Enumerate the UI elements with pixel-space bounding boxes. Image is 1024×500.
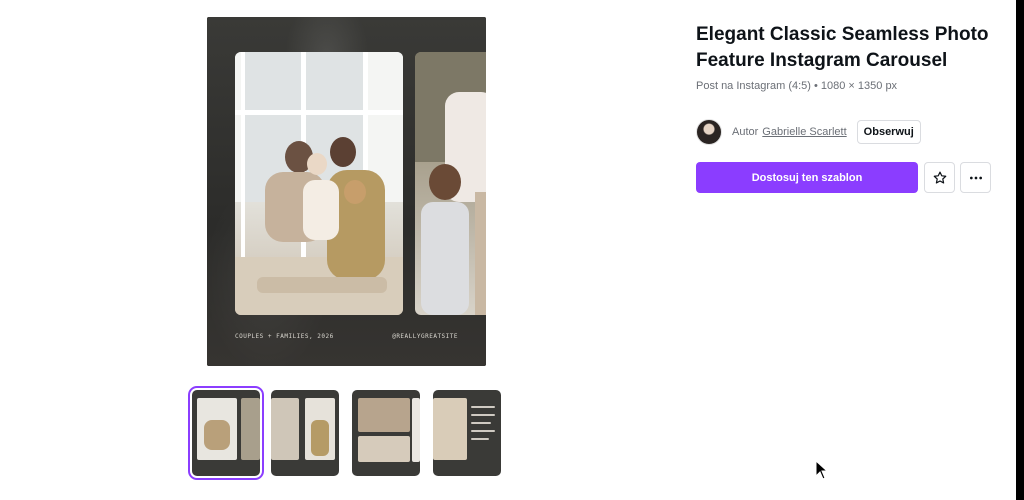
thumbnail-photo [358,398,410,432]
follow-button[interactable]: Obserwuj [856,119,921,144]
mouse-cursor-icon [815,460,829,480]
template-title: Elegant Classic Seamless Photo Feature I… [696,24,989,71]
thumbnail-photo [271,398,299,460]
thumbnail-photo [412,398,420,462]
preview-caption-right: @REALLYGREATSITE [392,333,458,340]
preview-next-photo [415,52,486,315]
thumbnail-photo [241,398,260,460]
family-photo-illustration [235,52,403,315]
thumbnail-figure [311,420,329,456]
preview-caption-left: COUPLES + FAMILIES, 2026 [235,333,334,340]
more-horizontal-icon [969,176,982,179]
author-name-link[interactable]: Gabrielle Scarlett [762,126,846,138]
author-avatar[interactable] [696,118,722,145]
author-prefix: Autor [732,125,759,138]
thumbnail-text-line [471,422,491,424]
template-format: Post na Instagram (4:5) • 1080 × 1350 px [696,80,898,92]
author-row: Autor Gabrielle Scarlett Obserwuj [696,118,921,145]
window-edge [1016,0,1024,500]
thumbnail-text-line [471,414,495,416]
thumbnail-photo [433,398,467,460]
template-preview[interactable]: COUPLES + FAMILIES, 2026 @REALLYGREATSIT… [207,17,486,366]
thumbnail-text-line [471,406,495,408]
favorite-button[interactable] [924,162,955,193]
customize-template-button[interactable]: Dostosuj ten szablon [696,162,918,193]
star-icon [933,171,946,184]
thumbnail-figure [204,420,230,450]
thumbnail-page-2[interactable] [271,390,339,476]
thumbnail-photo [358,436,410,462]
more-options-button[interactable] [960,162,991,193]
thumbnail-text-line [471,430,495,432]
child-photo-illustration [415,52,486,315]
preview-main-photo [235,52,403,315]
thumbnail-page-4[interactable] [433,390,501,476]
thumbnail-text-line [471,438,489,440]
thumbnail-page-3[interactable] [352,390,420,476]
thumbnail-page-1[interactable] [188,386,264,480]
